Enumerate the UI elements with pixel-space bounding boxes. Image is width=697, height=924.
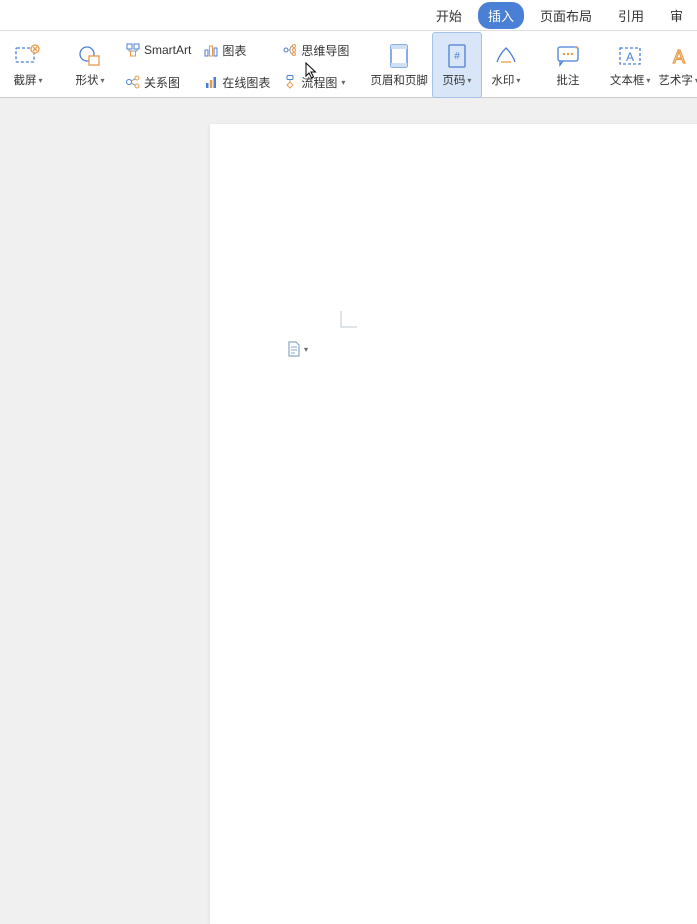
mindmap-icon <box>282 42 298 58</box>
caret-icon: ▾ <box>341 78 345 87</box>
comment-button[interactable]: * 批注 <box>544 33 592 97</box>
screenshot-label: 截屏 <box>13 72 36 88</box>
document-canvas[interactable]: ▾ <box>0 98 697 553</box>
watermark-icon <box>492 42 520 70</box>
tab-reference[interactable]: 引用 <box>608 2 654 29</box>
smartart-label: SmartArt <box>144 43 191 57</box>
page-number-button[interactable]: # 页码▾ <box>432 32 482 98</box>
shapes-icon <box>76 42 104 70</box>
caret-icon: ▾ <box>304 345 308 354</box>
page-number-icon: # <box>443 42 471 70</box>
textbox-label: 文本框 <box>610 72 645 88</box>
shapes-button[interactable]: 形状▾ <box>66 33 114 97</box>
tab-start[interactable]: 开始 <box>426 2 472 29</box>
caret-icon: ▾ <box>646 76 650 85</box>
smartart-button[interactable]: SmartArt <box>122 35 194 65</box>
document-page[interactable] <box>210 124 697 924</box>
textbox-icon: A <box>616 42 644 70</box>
menu-tabs: 开始 插入 页面布局 引用 审 <box>0 0 697 31</box>
document-hint-icon[interactable]: ▾ <box>287 341 308 357</box>
comment-icon: * <box>554 42 582 70</box>
wordart-label: 艺术字 <box>658 72 693 88</box>
screenshot-button[interactable]: 截屏▾ <box>4 33 52 97</box>
tab-review[interactable]: 审 <box>660 2 693 29</box>
relation-button[interactable]: 关系图 <box>122 67 194 97</box>
cursor-marker-icon <box>340 310 360 333</box>
mindmap-button[interactable]: 思维导图 <box>279 35 352 65</box>
relation-icon <box>125 74 141 90</box>
online-chart-label: 在线图表 <box>222 74 270 91</box>
flowchart-icon <box>282 74 298 90</box>
svg-text:A: A <box>626 50 634 64</box>
tab-insert[interactable]: 插入 <box>478 2 524 29</box>
svg-text:A: A <box>673 47 685 67</box>
comment-label: 批注 <box>556 72 579 88</box>
mouse-cursor-icon <box>305 62 319 83</box>
header-footer-button[interactable]: 页眉和页脚 <box>366 33 432 97</box>
wordart-icon: A <box>665 42 693 70</box>
wordart-button[interactable]: A 艺术字▾ <box>654 33 697 97</box>
page-number-label: 页码 <box>442 72 465 88</box>
tab-page-layout[interactable]: 页面布局 <box>530 2 602 29</box>
chart-icon <box>203 42 219 58</box>
smartart-icon <box>125 42 141 58</box>
svg-text:#: # <box>454 51 460 62</box>
watermark-button[interactable]: 水印▾ <box>482 33 530 97</box>
ribbon-toolbar: 截屏▾ 形状▾ SmartArt 关系图 图表 <box>0 31 697 98</box>
relation-label: 关系图 <box>144 74 180 91</box>
caret-icon: ▾ <box>516 76 520 85</box>
caret-icon: ▾ <box>100 76 104 85</box>
shapes-label: 形状 <box>75 72 98 88</box>
header-footer-icon <box>385 42 413 70</box>
chart-button[interactable]: 图表 <box>200 35 273 65</box>
svg-text:*: * <box>575 45 578 54</box>
watermark-label: 水印 <box>491 72 514 88</box>
online-chart-icon <box>203 74 219 90</box>
caret-icon: ▾ <box>467 76 471 85</box>
caret-icon: ▾ <box>38 76 42 85</box>
chart-label: 图表 <box>222 42 246 59</box>
header-footer-label: 页眉和页脚 <box>370 72 428 88</box>
textbox-button[interactable]: A 文本框▾ <box>606 33 655 97</box>
mindmap-label: 思维导图 <box>301 42 349 59</box>
online-chart-button[interactable]: 在线图表 <box>200 67 273 97</box>
screenshot-icon <box>14 42 42 70</box>
